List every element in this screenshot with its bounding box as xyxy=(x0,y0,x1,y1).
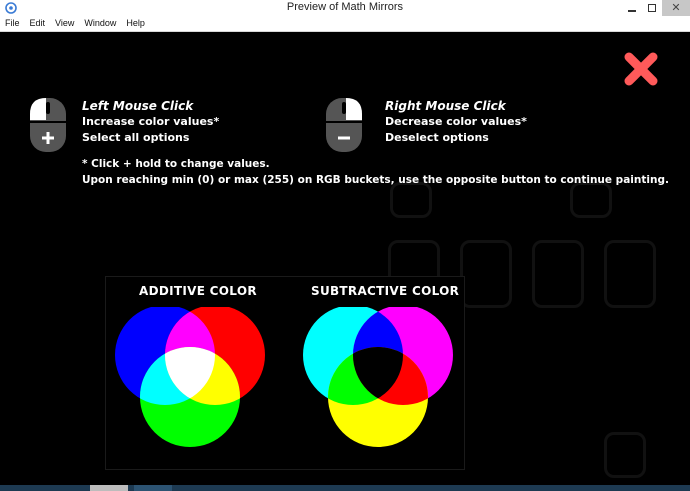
left-click-title: Left Mouse Click xyxy=(82,99,194,113)
color-venn-panel: ADDITIVE COLOR SUBTRACTIVE COLOR xyxy=(105,276,465,470)
taskbar-item[interactable] xyxy=(134,485,172,491)
window-close-button[interactable]: ✕ xyxy=(662,0,690,16)
right-click-line2: Deselect options xyxy=(385,131,489,144)
subtractive-venn-diagram xyxy=(303,307,453,447)
help-note-line2: Upon reaching min (0) or max (255) on RG… xyxy=(82,174,669,186)
menu-file[interactable]: File xyxy=(0,16,25,28)
right-click-title: Right Mouse Click xyxy=(385,99,506,113)
additive-venn-diagram xyxy=(115,307,265,447)
left-click-help: Left Mouse Click Increase color values* … xyxy=(82,98,219,146)
background-decoration xyxy=(532,240,584,308)
app-stage: Left Mouse Click Increase color values* … xyxy=(0,32,690,485)
window-title: Preview of Math Mirrors xyxy=(286,1,404,13)
minimize-icon xyxy=(628,10,636,12)
right-click-line1: Decrease color values* xyxy=(385,115,527,128)
taskbar xyxy=(0,485,690,491)
minimize-button[interactable] xyxy=(622,0,642,16)
maximize-button[interactable] xyxy=(642,0,662,16)
menu-edit[interactable]: Edit xyxy=(25,16,51,28)
help-note-line1: * Click + hold to change values. xyxy=(82,158,270,170)
menu-view[interactable]: View xyxy=(50,16,79,28)
background-decoration xyxy=(460,240,512,308)
help-note: * Click + hold to change values. Upon re… xyxy=(82,156,669,188)
menu-bar: File Edit View Window Help xyxy=(0,16,690,32)
subtractive-title: SUBTRACTIVE COLOR xyxy=(311,284,460,298)
left-click-line1: Increase color values* xyxy=(82,115,220,128)
left-click-line2: Select all options xyxy=(82,131,190,144)
mouse-right-minus-icon xyxy=(326,98,362,152)
right-click-help: Right Mouse Click Decrease color values*… xyxy=(385,98,527,146)
taskbar-item[interactable] xyxy=(90,485,128,491)
maximize-icon xyxy=(648,4,656,12)
menu-help[interactable]: Help xyxy=(121,16,150,28)
mouse-left-plus-icon xyxy=(30,98,66,152)
background-decoration xyxy=(604,432,646,478)
background-decoration xyxy=(604,240,656,308)
close-x-icon[interactable] xyxy=(622,50,660,88)
additive-title: ADDITIVE COLOR xyxy=(139,284,257,298)
window-titlebar: Preview of Math Mirrors ✕ xyxy=(0,0,690,17)
menu-window[interactable]: Window xyxy=(79,16,121,28)
close-icon: ✕ xyxy=(671,2,681,14)
